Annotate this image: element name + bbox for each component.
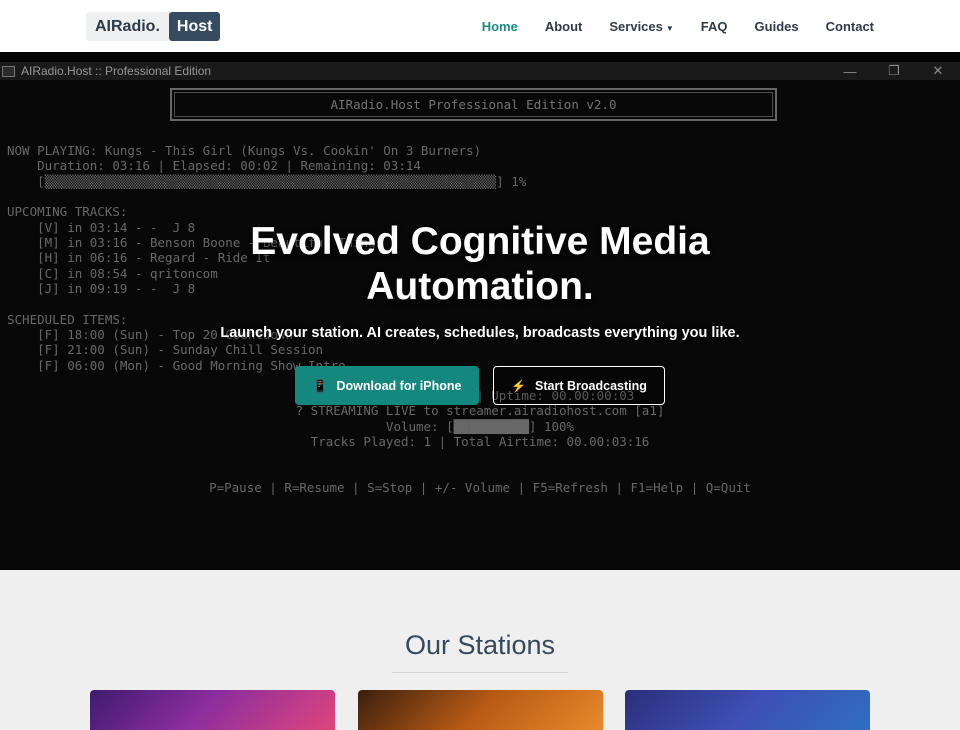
hero-subtitle: Launch your station. AI creates, schedul…	[220, 325, 740, 341]
nav-link-contact[interactable]: Contact	[826, 19, 874, 34]
phone-icon: 📱	[312, 378, 328, 393]
logo-text-airadio: AIRadio.	[86, 12, 169, 41]
nav-link-guides[interactable]: Guides	[755, 19, 799, 34]
hero-section: AIRadio.Host :: Professional Edition — ❐…	[0, 62, 960, 570]
nav-link-about[interactable]: About	[545, 19, 583, 34]
nav-link-home[interactable]: Home	[482, 19, 518, 34]
top-navbar: AIRadio. Host Home About Services ▼ FAQ G…	[0, 0, 960, 52]
hero-overlay	[0, 62, 960, 570]
station-card[interactable]	[625, 690, 870, 730]
start-broadcasting-label: Start Broadcasting	[535, 378, 647, 393]
logo-text-host: Host	[168, 12, 221, 41]
station-card[interactable]	[358, 690, 603, 730]
nav-link-faq[interactable]: FAQ	[701, 19, 728, 34]
nav-menu: Home About Services ▼ FAQ Guides Contact	[455, 0, 874, 52]
lightning-icon: ⚡	[511, 378, 527, 393]
nav-link-services[interactable]: Services ▼	[609, 19, 673, 34]
nav-link-services-label: Services	[609, 18, 663, 34]
stations-heading: Our Stations	[404, 630, 556, 660]
start-broadcasting-button[interactable]: ⚡ Start Broadcasting	[493, 366, 665, 405]
chevron-down-icon: ▼	[665, 23, 674, 33]
download-iphone-button[interactable]: 📱 Download for iPhone	[295, 366, 479, 405]
navbar-divider	[0, 52, 960, 62]
site-logo[interactable]: AIRadio. Host	[86, 12, 221, 41]
hero-title: Evolved Cognitive Media Automation.	[250, 220, 710, 308]
stations-heading-underline	[392, 672, 568, 673]
station-card[interactable]	[90, 690, 335, 730]
download-iphone-label: Download for iPhone	[336, 378, 462, 393]
